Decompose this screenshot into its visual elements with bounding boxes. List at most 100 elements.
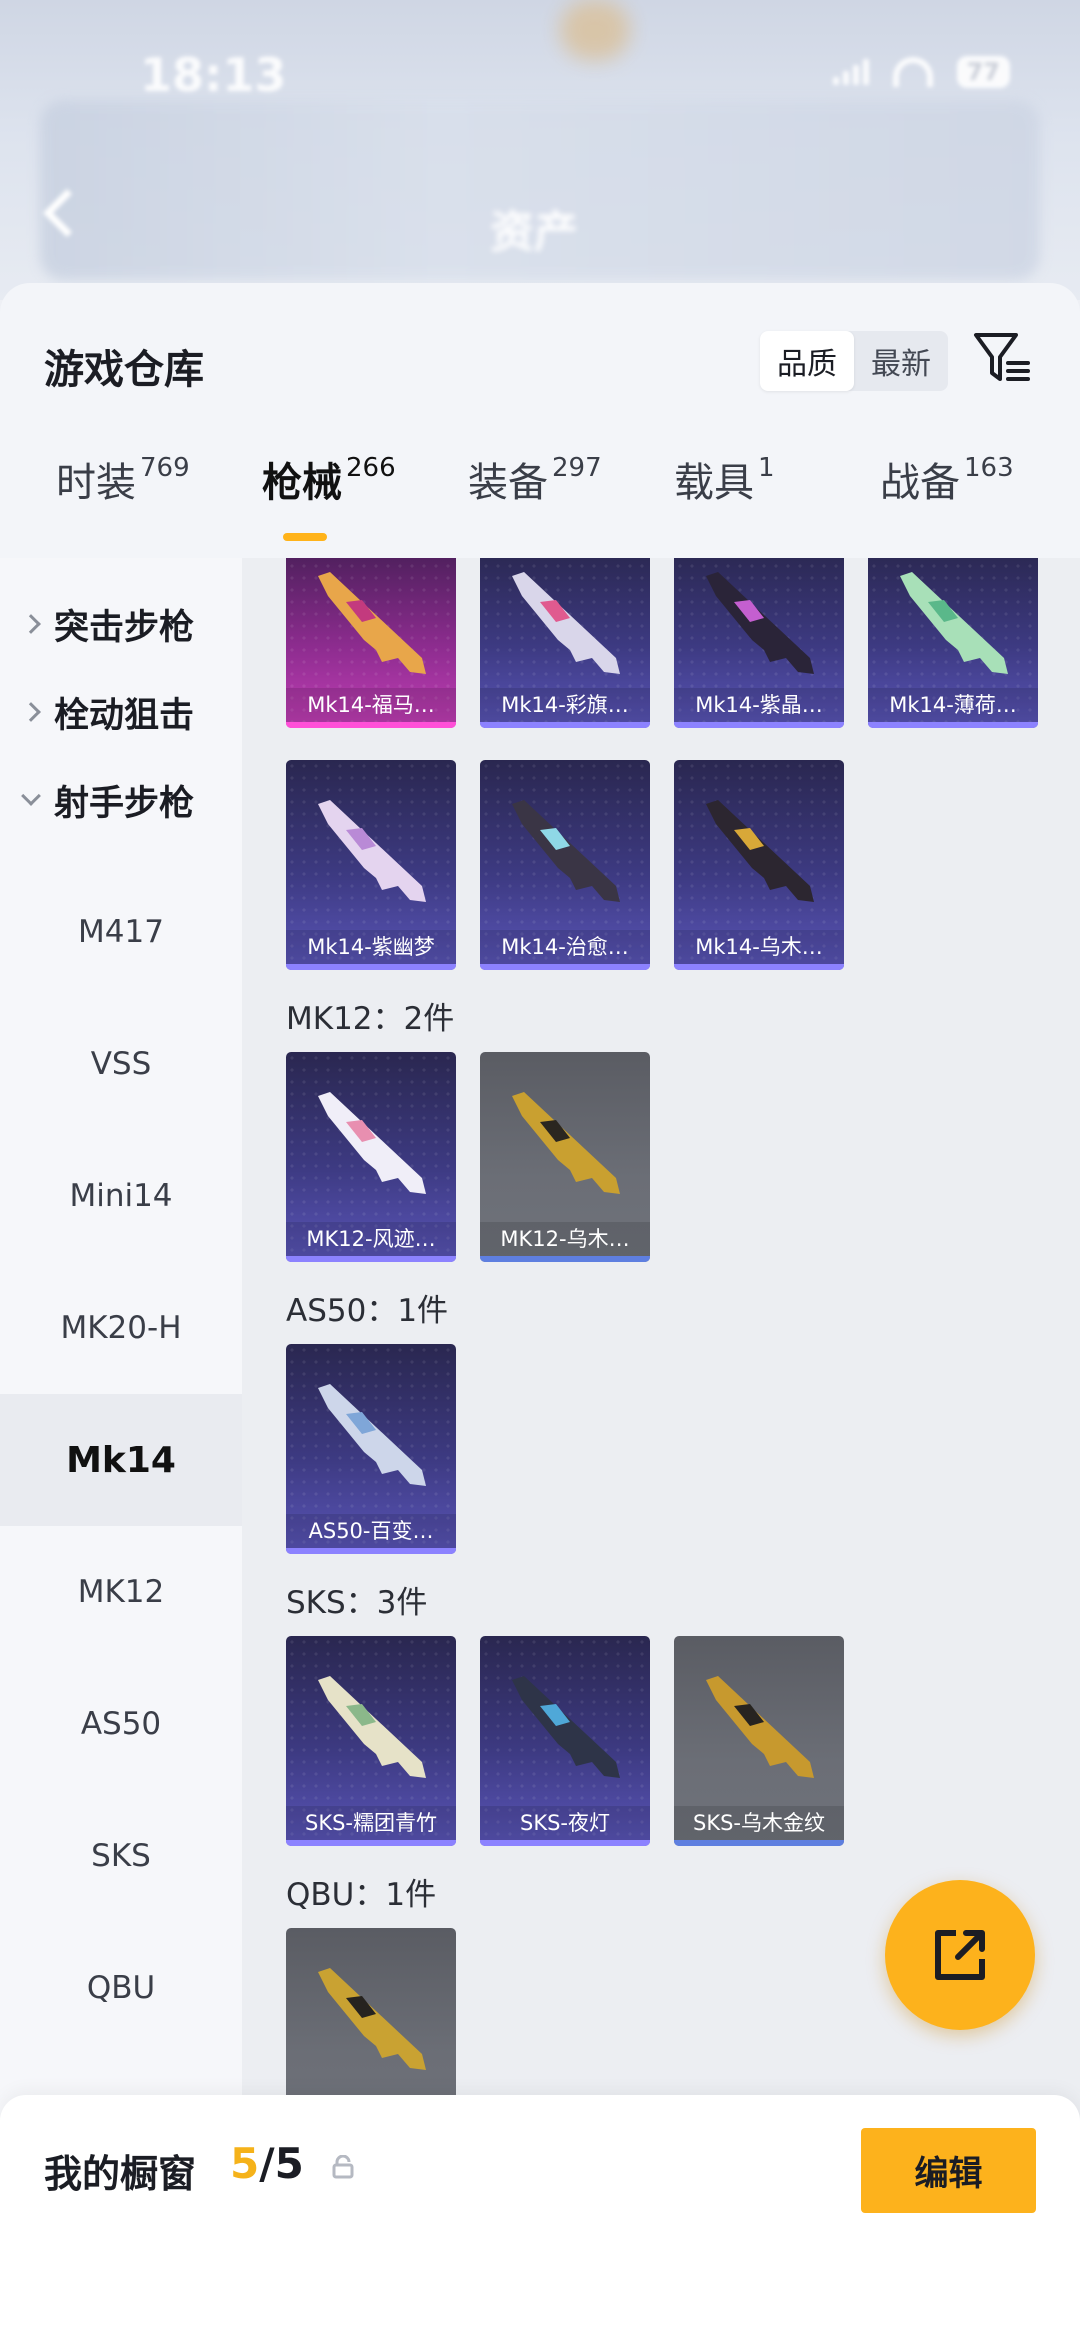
warehouse-sheet: 游戏仓库 品质 最新 时装 769 枪械 266 装备 297 载具 1 战备 … [0, 283, 1080, 2341]
weapon-card[interactable]: Mk14-彩旗… [480, 558, 650, 728]
background-avatar [560, 0, 630, 60]
quality-edge [480, 1840, 650, 1846]
weapon-card[interactable]: Mk14-紫幽梦 [286, 760, 456, 970]
rifle-icon [512, 572, 620, 674]
sidebar-item-qbu[interactable]: QBU [0, 1922, 242, 2054]
showcase-count: 5/5 [230, 2139, 304, 2188]
tab-label: 时装 [56, 460, 136, 506]
quality-edge [286, 1548, 456, 1554]
weapon-name: AS50-百变… [286, 1514, 456, 1548]
weapon-name: MK12-乌木… [480, 1222, 650, 1256]
sidebar-item-vss[interactable]: VSS [0, 998, 242, 1130]
sidebar-group-label: 射手步枪 [54, 783, 195, 824]
sidebar-group-label: 突击步枪 [54, 607, 195, 648]
weapon-type-sidebar: 突击步枪 栓动狙击 射手步枪 M417 VSS Mini14 MK20-H Mk… [0, 558, 242, 2341]
quality-edge [286, 722, 456, 728]
tab-equipment[interactable]: 装备 297 [468, 453, 602, 513]
rifle-icon [318, 800, 426, 902]
weapon-name: Mk14-紫晶… [674, 688, 844, 722]
weapon-card[interactable]: SKS-乌木金纹 [674, 1636, 844, 1846]
sidebar-item-mk14[interactable]: Mk14 [0, 1394, 242, 1526]
sort-newest-button[interactable]: 最新 [854, 331, 948, 391]
edit-button[interactable]: 编辑 [861, 2128, 1036, 2213]
tab-count: 266 [346, 453, 396, 483]
filter-icon[interactable] [972, 327, 1032, 387]
sidebar-item-m417[interactable]: M417 [0, 866, 242, 998]
rifle-icon [512, 800, 620, 902]
chevron-right-icon [21, 614, 41, 634]
weapon-name: Mk14-紫幽梦 [286, 930, 456, 964]
sidebar-item-mk20h[interactable]: MK20-H [0, 1262, 242, 1394]
weapon-name: MK12-风迹… [286, 1222, 456, 1256]
section-label-mk12: MK12：2件 [286, 1001, 455, 1037]
tab-label: 枪械 [262, 460, 342, 506]
sort-quality-button[interactable]: 品质 [760, 331, 854, 391]
rifle-icon [900, 572, 1008, 674]
weapon-card[interactable]: AS50-百变… [286, 1344, 456, 1554]
share-external-icon [935, 1930, 985, 1980]
weapon-card[interactable]: MK12-风迹… [286, 1052, 456, 1262]
quality-edge [286, 964, 456, 970]
sidebar-item-as50[interactable]: AS50 [0, 1658, 242, 1790]
tab-vehicles[interactable]: 载具 1 [674, 453, 775, 513]
tab-count: 297 [552, 453, 602, 483]
rifle-icon [318, 1384, 426, 1486]
tab-fashion[interactable]: 时装 769 [56, 453, 190, 513]
rifle-icon [512, 1676, 620, 1778]
weapon-card[interactable]: Mk14-紫晶… [674, 558, 844, 728]
section-label-as50: AS50：1件 [286, 1293, 449, 1329]
rifle-icon [318, 572, 426, 674]
quality-edge [480, 964, 650, 970]
tab-count: 769 [140, 453, 190, 483]
section-label-qbu: QBU：1件 [286, 1877, 437, 1913]
sheet-title: 游戏仓库 [44, 347, 204, 393]
weapon-card[interactable]: Mk14-福马… [286, 558, 456, 728]
chevron-down-icon [21, 786, 41, 806]
tab-guns[interactable]: 枪械 266 [262, 453, 396, 513]
section-label-sks: SKS：3件 [286, 1585, 428, 1621]
sort-toggle: 品质 最新 [760, 331, 948, 391]
weapon-name: Mk14-福马… [286, 688, 456, 722]
tab-supplies[interactable]: 战备 163 [880, 453, 1014, 513]
rifle-icon [706, 800, 814, 902]
weapon-card[interactable]: MK12-乌木… [480, 1052, 650, 1262]
battery-icon: 77 [956, 56, 1010, 88]
rifle-icon [318, 1092, 426, 1194]
rifle-icon [706, 1676, 814, 1778]
sidebar-item-mini14[interactable]: Mini14 [0, 1130, 242, 1262]
background-header: 18:13 77 资产 [0, 0, 1080, 300]
sidebar-group-marksman-rifles[interactable]: 射手步枪 [0, 734, 242, 866]
quality-edge [674, 1840, 844, 1846]
weapon-name: Mk14-治愈… [480, 930, 650, 964]
weapon-card[interactable]: SKS-夜灯 [480, 1636, 650, 1846]
weapon-card[interactable]: Mk14-乌木… [674, 760, 844, 970]
quality-edge [674, 964, 844, 970]
weapon-card[interactable]: SKS-糯团青竹 [286, 1636, 456, 1846]
weapon-name: SKS-糯团青竹 [286, 1806, 456, 1840]
tab-label: 战备 [880, 460, 960, 506]
chevron-right-icon [21, 702, 41, 722]
weapon-card[interactable]: Mk14-薄荷… [868, 558, 1038, 728]
weapon-name: SKS-夜灯 [480, 1806, 650, 1840]
showcase-total: /5 [259, 2139, 304, 2188]
quality-edge [480, 1256, 650, 1262]
share-button[interactable] [885, 1880, 1035, 2030]
sidebar-item-sks[interactable]: SKS [0, 1790, 242, 1922]
rifle-icon [512, 1092, 620, 1194]
sidebar-item-mk12[interactable]: MK12 [0, 1526, 242, 1658]
tab-label: 装备 [468, 460, 548, 506]
weapon-name: SKS-乌木金纹 [674, 1806, 844, 1840]
showcase-bar: 我的橱窗 5/5 编辑 [0, 2095, 1080, 2341]
quality-edge [480, 722, 650, 728]
quality-edge [286, 1256, 456, 1262]
active-tab-indicator [283, 533, 327, 541]
lock-icon [332, 2155, 354, 2179]
weapon-card[interactable]: Mk14-治愈… [480, 760, 650, 970]
signal-icon [832, 59, 869, 85]
rifle-icon [318, 1968, 426, 2070]
showcase-current: 5 [230, 2139, 260, 2188]
wifi-icon [892, 57, 933, 87]
rifle-icon [706, 572, 814, 674]
quality-edge [868, 722, 1038, 728]
tab-count: 163 [964, 453, 1014, 483]
